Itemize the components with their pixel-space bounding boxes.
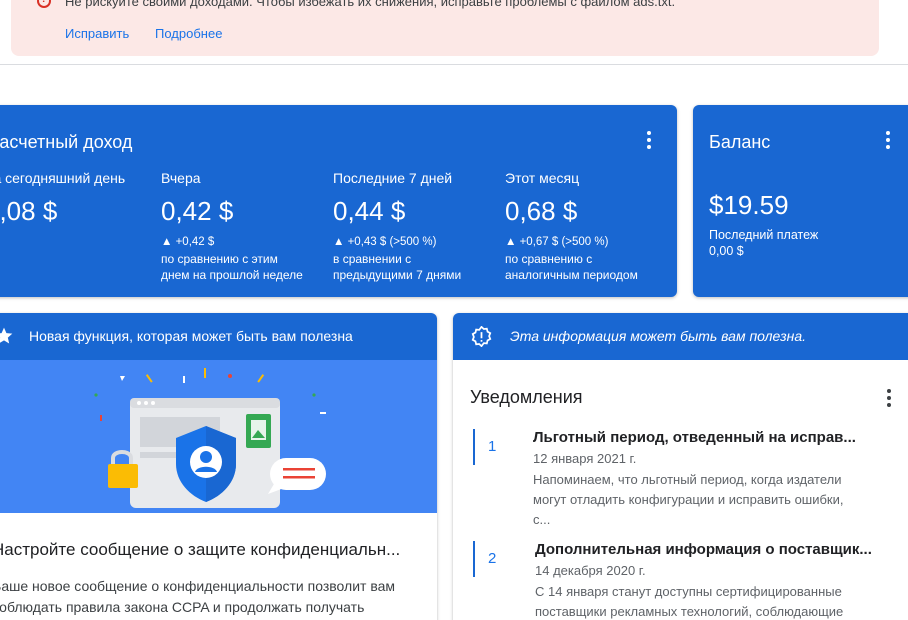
info-header: Эта информация может быть вам полезна. [453, 313, 908, 360]
notifications-menu-icon[interactable] [886, 389, 892, 409]
metric-value: 0,08 $ [0, 196, 58, 226]
promo-card: Новая функция, которая может быть вам по… [0, 313, 437, 620]
last-payment-label: Последний платеж [709, 228, 819, 242]
notification-item[interactable]: 2 Дополнительная информация о поставщик.… [473, 541, 893, 620]
balance-amount: $19.59 [709, 190, 789, 220]
earnings-menu-icon[interactable] [646, 131, 652, 151]
metric-yesterday: Вчера 0,42 $ ▲ +0,42 $ по сравнению с эт… [161, 170, 326, 283]
dashboard: Не рискуйте своими доходами. Чтобы избеж… [0, 0, 908, 620]
metric-label: Вчера [161, 170, 201, 186]
error-icon [37, 0, 51, 8]
info-header-text: Эта информация может быть вам полезна. [510, 328, 807, 344]
privacy-shield-illustration [94, 368, 326, 508]
notification-bar [473, 541, 475, 577]
metric-today: За сегодняшний день 0,08 $ [0, 170, 150, 227]
metric-label: Этот месяц [505, 170, 580, 186]
notification-date: 14 декабря 2020 г. [535, 563, 646, 578]
metric-compare: по сравнению с этим днем на прошлой неде… [161, 252, 303, 282]
learn-more-link[interactable]: Подробнее [155, 26, 222, 41]
alert-text: Не рискуйте своими доходами. Чтобы избеж… [65, 0, 676, 9]
metric-value: 0,68 $ [505, 196, 578, 226]
notification-title[interactable]: Льготный период, отведенный на исправ... [533, 429, 856, 446]
metric-last-7-days: Последние 7 дней 0,44 $ ▲ +0,43 $ (>500 … [333, 170, 498, 283]
notification-number: 1 [488, 438, 497, 455]
notification-date: 12 января 2021 г. [533, 451, 637, 466]
metric-label: За сегодняшний день [0, 170, 126, 186]
notification-title[interactable]: Дополнительная информация о поставщик... [535, 541, 872, 558]
metric-compare: в сравнении с предыдущими 7 днями [333, 252, 462, 282]
alert-badge-icon [471, 326, 492, 347]
metric-delta: ▲ +0,42 $ [161, 236, 215, 248]
earnings-title: Расчетный доход [0, 132, 133, 152]
notification-body: С 14 января станут доступны сертифициров… [535, 584, 844, 619]
promo-title[interactable]: Настройте сообщение о защите конфиденциа… [0, 540, 400, 560]
metric-value: 0,42 $ [161, 196, 234, 226]
balance-menu-icon[interactable] [885, 131, 891, 151]
promo-text: Ваше новое сообщение о конфиденциальност… [0, 578, 396, 615]
metric-delta: ▲ +0,43 $ (>500 %) [333, 236, 437, 248]
metric-this-month: Этот месяц 0,68 $ ▲ +0,67 $ (>500 %) по … [505, 170, 670, 283]
privacy-illustration [0, 360, 437, 513]
balance-title: Баланс [709, 132, 771, 152]
ads-txt-alert: Не рискуйте своими доходами. Чтобы избеж… [11, 0, 879, 56]
fix-link[interactable]: Исправить [65, 26, 129, 41]
metric-value: 0,44 $ [333, 196, 406, 226]
last-payment-value: 0,00 $ [709, 244, 744, 258]
promo-header-text: Новая функция, которая может быть вам по… [29, 328, 353, 344]
metric-label: Последние 7 дней [333, 170, 453, 186]
promo-header: Новая функция, которая может быть вам по… [0, 313, 437, 360]
notification-body: Напоминаем, что льготный период, когда и… [533, 472, 844, 527]
metric-delta: ▲ +0,67 $ (>500 %) [505, 236, 609, 248]
notification-item[interactable]: 1 Льготный период, отведенный на исправ.… [473, 429, 893, 529]
notification-bar [473, 429, 475, 465]
divider [0, 64, 908, 65]
star-icon [0, 327, 13, 344]
notification-number: 2 [488, 550, 497, 567]
metric-compare: по сравнению с аналогичным периодом [505, 252, 638, 282]
notifications-title: Уведомления [470, 387, 583, 407]
